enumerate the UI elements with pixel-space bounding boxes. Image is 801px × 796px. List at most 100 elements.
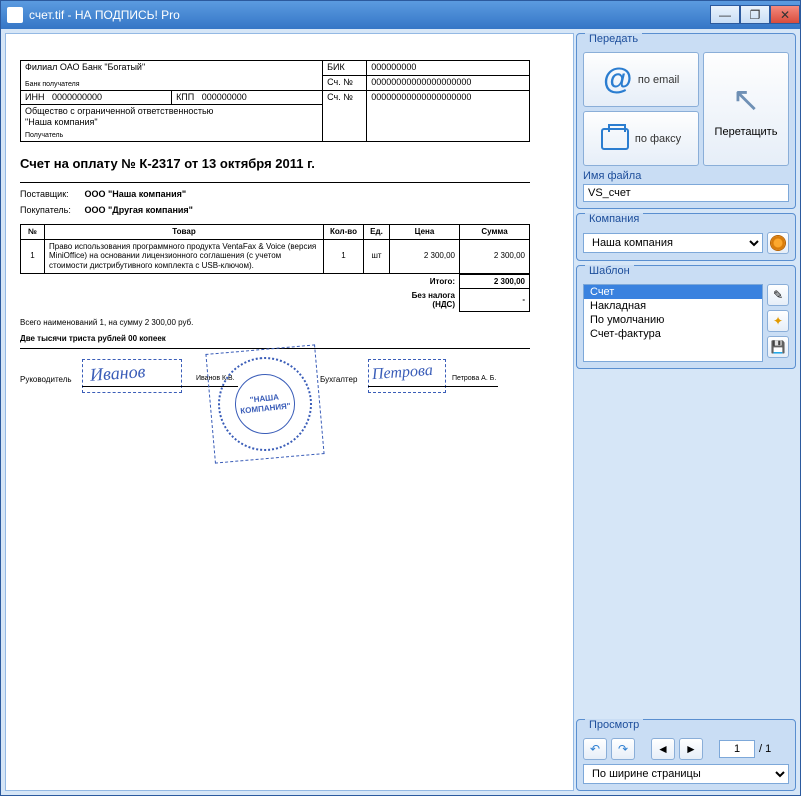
item-price: 2 300,00 (390, 239, 460, 273)
cursor-icon: ↖ (732, 80, 761, 120)
fax-icon (601, 128, 629, 150)
document-preview[interactable]: Филиал ОАО Банк "Богатый" Банк получател… (5, 33, 574, 791)
company-settings-button[interactable] (767, 232, 789, 254)
template-edit-button[interactable]: ✎ (767, 284, 789, 306)
bank-acct-value: 00000000000000000000 (371, 77, 471, 87)
company-group-title: Компания (585, 213, 643, 225)
email-icon: @ (603, 63, 632, 97)
buyer-label: Покупатель: (20, 205, 82, 216)
drag-button[interactable]: ↖ Перетащить (703, 52, 789, 166)
send-group-title: Передать (585, 33, 642, 45)
item-sum: 2 300,00 (460, 239, 530, 273)
invoice-title: Счет на оплату № К-2317 от 13 октября 20… (20, 156, 530, 172)
maximize-button[interactable]: ❐ (740, 5, 770, 24)
client-area: Филиал ОАО Банк "Богатый" Банк получател… (1, 29, 800, 795)
chevron-left-icon: ◄ (657, 742, 669, 756)
inn-label: ИНН (25, 92, 44, 102)
bank-details-table: Филиал ОАО Банк "Богатый" Банк получател… (20, 60, 530, 142)
recipient-acct-value: 00000000000000000000 (371, 92, 471, 102)
drag-label: Перетащить (715, 126, 778, 138)
item-unit: шт (364, 239, 390, 273)
role-director: Руководитель (20, 375, 72, 385)
template-group: Шаблон Счет Накладная По умолчанию Счет-… (576, 265, 796, 369)
view-group: Просмотр ↶ ↷ ◄ ► / 1 По ширине страницы (576, 719, 796, 791)
company-select[interactable]: Наша компания (583, 233, 763, 253)
col-qty: Кол-во (324, 225, 364, 240)
company-group: Компания Наша компания (576, 213, 796, 261)
rotate-left-icon: ↶ (590, 742, 600, 756)
item-name: Право использования программного продукт… (45, 239, 324, 273)
filename-input[interactable] (583, 184, 789, 202)
name-accountant: Петрова А. Б. (452, 375, 496, 383)
zoom-select[interactable]: По ширине страницы (583, 764, 789, 784)
template-save-button[interactable]: 💾 (767, 336, 789, 358)
no-vat-value: - (460, 289, 530, 312)
rotate-right-icon: ↷ (618, 742, 628, 756)
table-row: 1 Право использования программного проду… (21, 239, 530, 273)
col-unit: Ед. (364, 225, 390, 240)
col-name: Товар (45, 225, 324, 240)
total-label: Итого: (390, 274, 460, 289)
bank-acct-label: Сч. № (327, 77, 353, 87)
page-prev-button[interactable]: ◄ (651, 738, 675, 760)
recipient-line1: Общество с ограниченной ответственностью (25, 106, 318, 117)
supplier-label: Поставщик: (20, 189, 82, 200)
send-fax-button[interactable]: по факсу (583, 111, 699, 166)
total-value: 2 300,00 (460, 274, 530, 289)
template-item[interactable]: Накладная (584, 299, 762, 313)
divider (20, 182, 530, 183)
send-group: Передать @ по email по факсу ↖ (576, 33, 796, 209)
rotate-right-button[interactable]: ↷ (611, 738, 635, 760)
item-num: 1 (21, 239, 45, 273)
minimize-button[interactable]: — (710, 5, 740, 24)
kpp-value: 000000000 (202, 92, 247, 102)
app-window: счет.tif - НА ПОДПИСЬ! Pro — ❐ ✕ Филиал … (0, 0, 801, 796)
rotate-left-button[interactable]: ↶ (583, 738, 607, 760)
supplier-value: ООО "Наша компания" (85, 189, 187, 199)
role-accountant: Бухгалтер (320, 375, 357, 385)
page-input[interactable] (719, 740, 755, 758)
col-price: Цена (390, 225, 460, 240)
summary-line: Всего наименований 1, на сумму 2 300,00 … (20, 318, 530, 328)
window-title: счет.tif - НА ПОДПИСЬ! Pro (29, 8, 710, 22)
bik-value: 000000000 (371, 62, 416, 72)
template-group-title: Шаблон (585, 265, 634, 277)
recipient-label: Получатель (25, 132, 318, 140)
chevron-right-icon: ► (685, 742, 697, 756)
inn-value: 0000000000 (52, 92, 102, 102)
send-email-button[interactable]: @ по email (583, 52, 699, 107)
page-total: / 1 (759, 743, 771, 755)
side-panel: Передать @ по email по факсу ↖ (576, 33, 796, 791)
send-email-label: по email (638, 74, 679, 86)
gear-icon (771, 236, 785, 250)
template-new-button[interactable]: ✦ (767, 310, 789, 332)
item-qty: 1 (324, 239, 364, 273)
recipient-line2: "Наша компания" (25, 117, 318, 128)
new-icon: ✦ (773, 314, 783, 328)
send-fax-label: по факсу (635, 133, 681, 145)
buyer-value: ООО "Другая компания" (85, 205, 193, 215)
document-page: Филиал ОАО Банк "Богатый" Банк получател… (20, 60, 530, 469)
page-next-button[interactable]: ► (679, 738, 703, 760)
template-item[interactable]: По умолчанию (584, 313, 762, 327)
bank-of-recipient-label: Банк получателя (25, 81, 318, 89)
sum-words: Две тысячи триста рублей 00 копеек (20, 334, 530, 344)
recipient-acct-label: Сч. № (327, 92, 353, 102)
signature-area: Руководитель Иванов Иванов К.В. "НАША КО… (20, 359, 530, 469)
view-group-title: Просмотр (585, 719, 643, 731)
template-item[interactable]: Счет-фактура (584, 327, 762, 341)
filename-label: Имя файла (583, 170, 789, 182)
template-list[interactable]: Счет Накладная По умолчанию Счет-фактура (583, 284, 763, 362)
totals-table: Итого: 2 300,00 Без налога (НДС) - (20, 274, 530, 313)
save-icon: 💾 (771, 340, 786, 354)
titlebar: счет.tif - НА ПОДПИСЬ! Pro — ❐ ✕ (1, 1, 800, 29)
close-button[interactable]: ✕ (770, 5, 800, 24)
bik-label: БИК (327, 62, 345, 72)
seal-text: "НАША КОМПАНИЯ" (232, 371, 298, 437)
template-item[interactable]: Счет (584, 285, 762, 299)
app-icon (7, 7, 23, 23)
window-controls: — ❐ ✕ (710, 6, 800, 24)
col-sum: Сумма (460, 225, 530, 240)
kpp-label: КПП (176, 92, 194, 102)
no-vat-label: Без налога (НДС) (390, 289, 460, 312)
